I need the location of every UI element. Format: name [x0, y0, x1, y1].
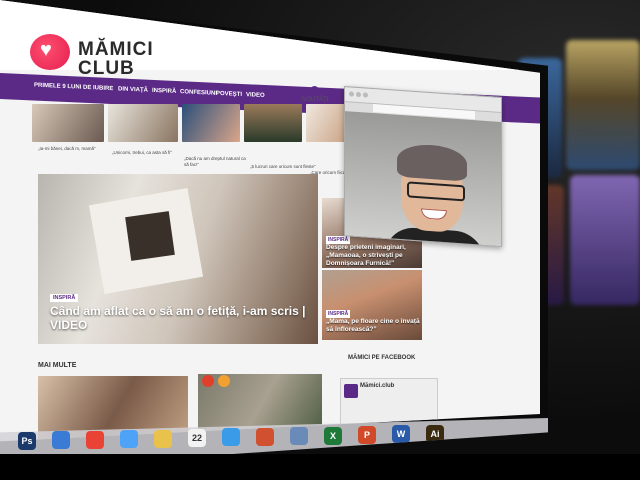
itunes-icon[interactable] [222, 428, 240, 447]
webcam-popup-window[interactable] [344, 86, 502, 248]
article-thumbnail[interactable] [108, 104, 178, 142]
notes-icon[interactable] [154, 429, 172, 448]
card-category-tag[interactable]: INSPIRĂ [326, 236, 351, 244]
thumbnail-caption[interactable]: „Unicorni, trebui, ca asta să fi” [112, 150, 178, 156]
browser-screen: MĂMICI CLUB PRIMELE 9 LUNI DE IUBIRE DIN… [0, 0, 540, 442]
word-icon[interactable]: W [392, 425, 410, 444]
background-monitor [570, 175, 640, 305]
nav-item[interactable]: DIN VIAȚĂ [118, 86, 148, 93]
photoshop-icon[interactable]: Ps [18, 432, 36, 450]
card-title[interactable]: Despre prieteni imaginari, „Mamaoaa, o s… [326, 244, 422, 268]
chrome-icon[interactable] [86, 430, 104, 449]
emoji-badge-icon [218, 375, 230, 387]
article-thumbnail[interactable] [182, 104, 240, 142]
nav-item[interactable]: POVEȘTI [216, 91, 242, 98]
calendar-icon[interactable]: 22 [188, 429, 206, 447]
section-heading-more: MAI MULTE [38, 362, 77, 369]
fire-badge-icon [202, 375, 214, 387]
thumbnail-caption[interactable]: „Ia-mi bănei, dacă m, mamă” [38, 146, 104, 152]
nav-item[interactable]: CONFESIUNI [180, 89, 217, 97]
hero-category-tag[interactable]: INSPIRĂ [50, 294, 79, 302]
safari-icon[interactable] [52, 431, 70, 450]
thumbnail-caption[interactable]: „Dacă nu am dreptul natural ca să fac!” [184, 156, 250, 167]
background-monitor [566, 40, 640, 170]
zoom-window-icon[interactable] [363, 92, 368, 98]
person-hair [397, 142, 467, 182]
facebook-page-avatar [344, 384, 358, 398]
hero-article[interactable]: INSPIRĂ Când am aflat ca o să am o fetiț… [38, 174, 318, 344]
nav-item[interactable]: PRIMELE 9 LUNI DE IUBIRE [34, 83, 113, 93]
heart-logo-icon[interactable] [30, 34, 70, 70]
card-category-tag[interactable]: INSPIRĂ [326, 310, 351, 318]
logo-line-2: CLUB [78, 58, 135, 79]
powerpoint-icon[interactable]: P [358, 426, 376, 444]
logo-line-1: MĂMICI [78, 39, 154, 60]
ultrasound-photo-image [125, 211, 175, 261]
monitor-bezel: MĂMICI CLUB PRIMELE 9 LUNI DE IUBIRE DIN… [0, 0, 548, 470]
thumbnail-caption[interactable]: „5 lucruri care oricum sunt fleste” [250, 164, 316, 170]
notifications-label[interactable]: NOUTĂȚI [302, 97, 328, 103]
webcam-video [345, 111, 501, 248]
close-window-icon[interactable] [349, 91, 354, 97]
notifications-icon[interactable] [310, 86, 319, 95]
hero-title[interactable]: Când am aflat ca o să am o fetiță, i-am … [50, 304, 308, 332]
card-title[interactable]: „Mama, pe floare cine o învață să înflor… [326, 318, 422, 334]
excel-icon[interactable]: X [324, 426, 342, 445]
finder-icon[interactable] [290, 427, 308, 446]
site-logo[interactable]: MĂMICI CLUB [78, 40, 154, 78]
article-thumbnail[interactable] [32, 104, 104, 142]
app-icon[interactable] [256, 427, 274, 446]
facebook-page-name[interactable]: Mămici.club [360, 383, 394, 389]
nav-item[interactable]: INSPIRĂ [152, 88, 176, 95]
section-heading-facebook: MĂMICI PE FACEBOOK [348, 355, 416, 361]
desk-surface [0, 454, 640, 480]
nav-item[interactable]: VIDEO [246, 92, 265, 99]
side-article-card[interactable]: INSPIRĂ „Mama, pe floare cine o învață s… [322, 270, 422, 340]
messages-icon[interactable] [120, 430, 138, 449]
article-thumbnail[interactable] [244, 104, 302, 142]
minimize-window-icon[interactable] [356, 91, 361, 98]
